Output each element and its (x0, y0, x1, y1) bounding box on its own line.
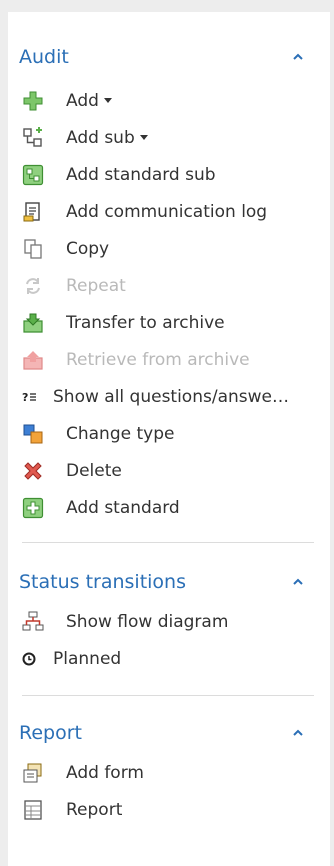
status-transitions-section: Status transitions Show flow diagram Pla… (8, 565, 330, 677)
caret-down-icon (139, 134, 148, 140)
add-standard-label: Add standard (66, 497, 180, 518)
caret-down-icon (103, 97, 112, 103)
change-type-button[interactable]: Change type (8, 415, 330, 452)
add-form-icon (22, 762, 44, 784)
add-sub-label: Add sub (66, 127, 135, 148)
retrieve-from-archive-button[interactable]: Retrieve from archive (8, 341, 330, 378)
repeat-button[interactable]: Repeat (8, 267, 330, 304)
add-communication-log-label: Add communication log (66, 201, 268, 222)
delete-label: Delete (66, 460, 122, 481)
questions-icon: ? (22, 386, 36, 408)
archive-in-icon (22, 312, 44, 334)
add-form-label: Add form (66, 762, 144, 783)
show-flow-diagram-label: Show flow diagram (66, 611, 229, 632)
repeat-icon (22, 275, 44, 297)
report-section-header[interactable]: Report (8, 716, 330, 750)
section-divider (22, 542, 314, 543)
add-sub-menu-button[interactable]: Add sub (8, 119, 330, 156)
add-standard-button[interactable]: Add standard (8, 489, 330, 526)
change-type-label: Change type (66, 423, 175, 444)
report-button[interactable]: Report (8, 791, 330, 828)
audit-section-title: Audit (19, 46, 69, 68)
transfer-to-archive-label: Transfer to archive (66, 312, 225, 333)
report-label: Report (66, 799, 123, 820)
delete-icon (22, 460, 44, 482)
report-icon (22, 799, 44, 821)
change-type-icon (22, 423, 44, 445)
audit-section: Audit Add Add sub Add standard sub Add c… (8, 40, 330, 526)
report-section: Report Add form Report (8, 716, 330, 828)
retrieve-from-archive-label: Retrieve from archive (66, 349, 250, 370)
svg-text:?: ? (22, 391, 28, 404)
report-section-title: Report (19, 722, 82, 744)
clock-icon (22, 648, 36, 670)
add-standard-icon (22, 497, 44, 519)
copy-label: Copy (66, 238, 110, 259)
chevron-up-icon[interactable] (292, 53, 304, 61)
add-standard-sub-button[interactable]: Add standard sub (8, 156, 330, 193)
repeat-label: Repeat (66, 275, 126, 296)
chevron-up-icon[interactable] (292, 729, 304, 737)
add-label: Add (66, 90, 99, 111)
flow-diagram-icon (22, 611, 44, 633)
chevron-up-icon[interactable] (292, 578, 304, 586)
actions-panel: Audit Add Add sub Add standard sub Add c… (8, 12, 330, 866)
audit-section-header[interactable]: Audit (8, 40, 330, 74)
add-standard-sub-label: Add standard sub (66, 164, 216, 185)
section-divider (22, 695, 314, 696)
add-communication-log-button[interactable]: Add communication log (8, 193, 330, 230)
transfer-to-archive-button[interactable]: Transfer to archive (8, 304, 330, 341)
add-form-button[interactable]: Add form (8, 754, 330, 791)
status-transitions-section-header[interactable]: Status transitions (8, 565, 330, 599)
hierarchy-icon (22, 126, 44, 149)
add-menu-button[interactable]: Add (8, 82, 330, 119)
planned-label: Planned (53, 648, 122, 669)
standard-sub-icon (22, 164, 44, 186)
delete-button[interactable]: Delete (8, 452, 330, 489)
status-transitions-section-title: Status transitions (19, 571, 187, 593)
copy-icon (22, 238, 44, 260)
show-flow-diagram-button[interactable]: Show flow diagram (8, 603, 330, 640)
archive-out-icon (22, 349, 44, 371)
copy-button[interactable]: Copy (8, 230, 330, 267)
plus-cross-icon (22, 90, 44, 112)
show-all-questions-button[interactable]: ? Show all questions/answe… (8, 378, 330, 415)
show-all-questions-label: Show all questions/answe… (53, 386, 289, 407)
log-document-icon (22, 201, 44, 223)
planned-status-button[interactable]: Planned (8, 640, 330, 677)
